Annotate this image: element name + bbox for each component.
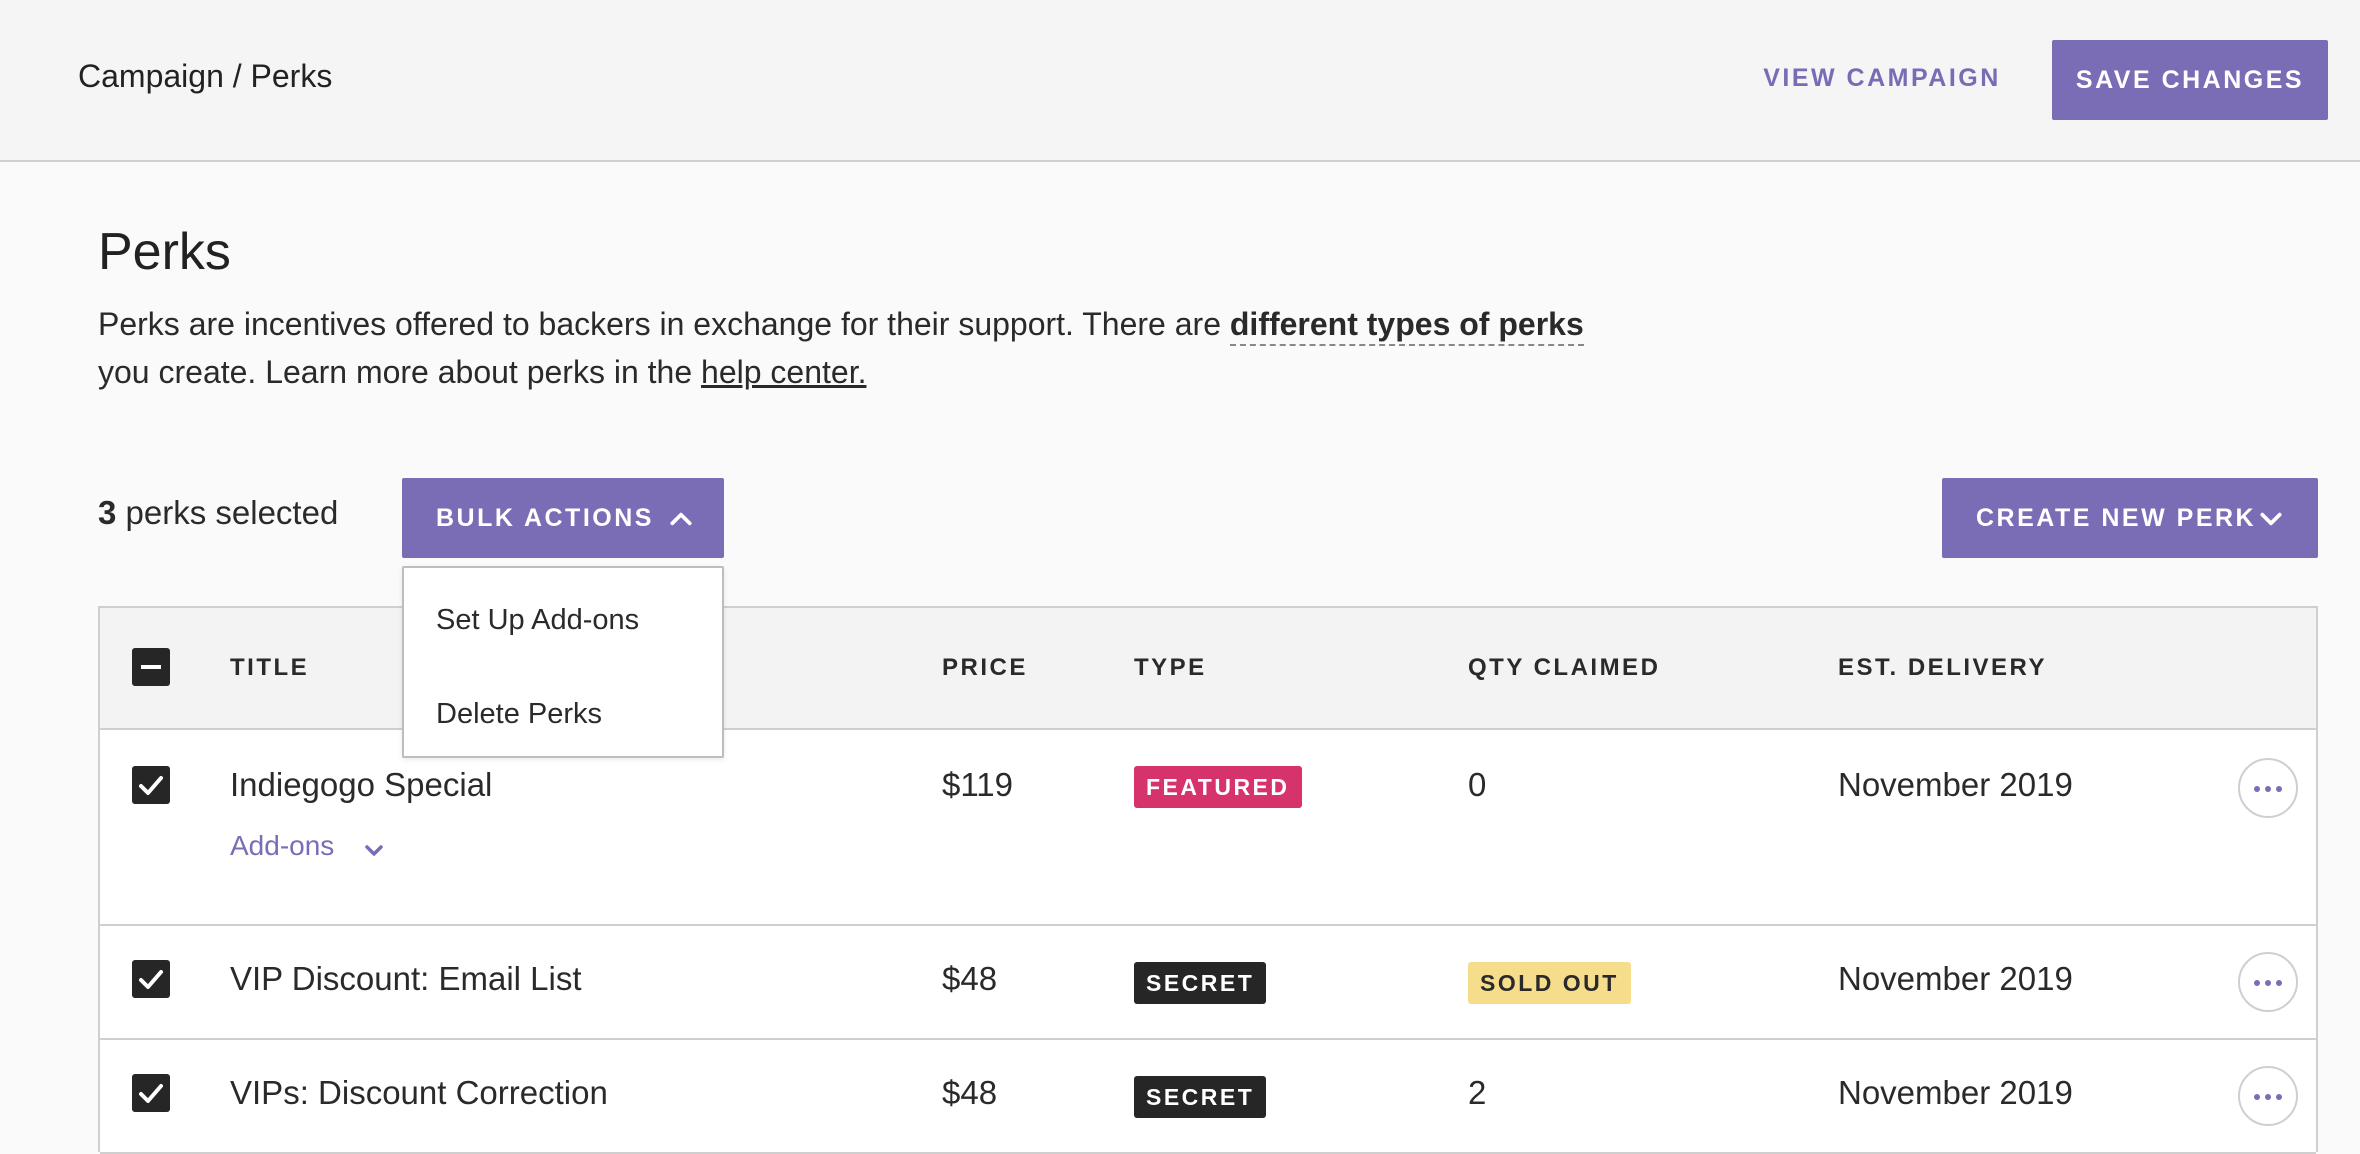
row-price: $48 — [942, 1074, 998, 1111]
type-badge-featured: FEATURED — [1134, 766, 1302, 808]
minus-icon — [141, 665, 161, 669]
row-more-button[interactable] — [2238, 1066, 2298, 1126]
row-checkbox[interactable] — [132, 1074, 170, 1112]
row-title: VIP Discount: Email List — [230, 960, 582, 997]
check-icon — [139, 1084, 163, 1103]
column-header-qty-claimed[interactable]: QTY CLAIMED — [1468, 654, 1660, 682]
help-center-link[interactable]: help center. — [701, 354, 866, 390]
top-header: Campaign / Perks VIEW CAMPAIGN SAVE CHAN… — [0, 0, 2360, 162]
type-badge-secret: SECRET — [1134, 962, 1267, 1004]
select-all-checkbox[interactable] — [132, 648, 170, 686]
table-row[interactable]: Indiegogo Special Add-ons $119 FEATURED … — [100, 730, 2316, 926]
intro-text-2: you create. Learn more about perks in th… — [98, 354, 702, 390]
row-more-button[interactable] — [2238, 952, 2298, 1012]
table-row[interactable]: VIP Discount: Email List $48 SECRET SOLD… — [100, 926, 2316, 1040]
type-badge-secret: SECRET — [1134, 1076, 1267, 1118]
row-qty-claimed: 2 — [1468, 1074, 1487, 1111]
column-header-type[interactable]: TYPE — [1134, 654, 1207, 682]
table-row[interactable]: VIPs: Discount Correction $48 SECRET 2 N… — [100, 1040, 2316, 1154]
addons-toggle[interactable]: Add-ons — [230, 830, 383, 862]
selected-count-suffix: perks selected — [116, 494, 339, 531]
check-icon — [139, 970, 163, 989]
menu-item-delete-perks[interactable]: Delete Perks — [436, 698, 602, 731]
bulk-actions-label: BULK ACTIONS — [436, 504, 654, 532]
row-est-delivery: November 2019 — [1838, 1074, 2073, 1111]
perk-types-link[interactable]: different types of perks — [1229, 306, 1584, 346]
chevron-down-icon — [2260, 512, 2282, 526]
selected-count: 3 perks selected — [98, 494, 338, 532]
row-title: Indiegogo Special — [230, 766, 493, 803]
page-title: Perks — [98, 223, 231, 281]
more-horizontal-icon — [2254, 1094, 2260, 1100]
chevron-up-icon — [670, 512, 692, 526]
intro-text-1: Perks are incentives offered to backers … — [98, 306, 1230, 342]
more-horizontal-icon — [2254, 980, 2260, 986]
column-header-price[interactable]: PRICE — [942, 654, 1028, 682]
intro-text: Perks are incentives offered to backers … — [98, 300, 1798, 396]
menu-item-set-up-add-ons[interactable]: Set Up Add-ons — [436, 604, 639, 637]
row-more-button[interactable] — [2238, 758, 2298, 818]
row-price: $48 — [942, 960, 998, 997]
view-campaign-link[interactable]: VIEW CAMPAIGN — [1750, 58, 2014, 98]
bulk-actions-button[interactable]: BULK ACTIONS — [402, 478, 724, 558]
selected-count-number: 3 — [98, 494, 117, 531]
column-header-title[interactable]: TITLE — [230, 654, 309, 682]
row-title: VIPs: Discount Correction — [230, 1074, 608, 1111]
row-price: $119 — [942, 766, 1013, 803]
row-qty-claimed: 0 — [1468, 766, 1487, 803]
row-est-delivery: November 2019 — [1838, 960, 2073, 997]
row-est-delivery: November 2019 — [1838, 766, 2073, 803]
save-changes-button[interactable]: SAVE CHANGES — [2052, 40, 2328, 120]
sold-out-badge: SOLD OUT — [1468, 962, 1631, 1004]
check-icon — [139, 776, 163, 795]
create-new-perk-button[interactable]: CREATE NEW PERK — [1942, 478, 2318, 558]
addons-label: Add-ons — [230, 830, 335, 861]
create-new-perk-label: CREATE NEW PERK — [1976, 504, 2257, 532]
chevron-down-icon — [365, 845, 383, 856]
breadcrumb: Campaign / Perks — [78, 58, 333, 94]
column-header-est-delivery[interactable]: EST. DELIVERY — [1838, 654, 2047, 682]
more-horizontal-icon — [2254, 786, 2260, 792]
bulk-actions-menu: Set Up Add-ons Delete Perks — [402, 566, 724, 758]
row-checkbox[interactable] — [132, 960, 170, 998]
row-checkbox[interactable] — [132, 766, 170, 804]
